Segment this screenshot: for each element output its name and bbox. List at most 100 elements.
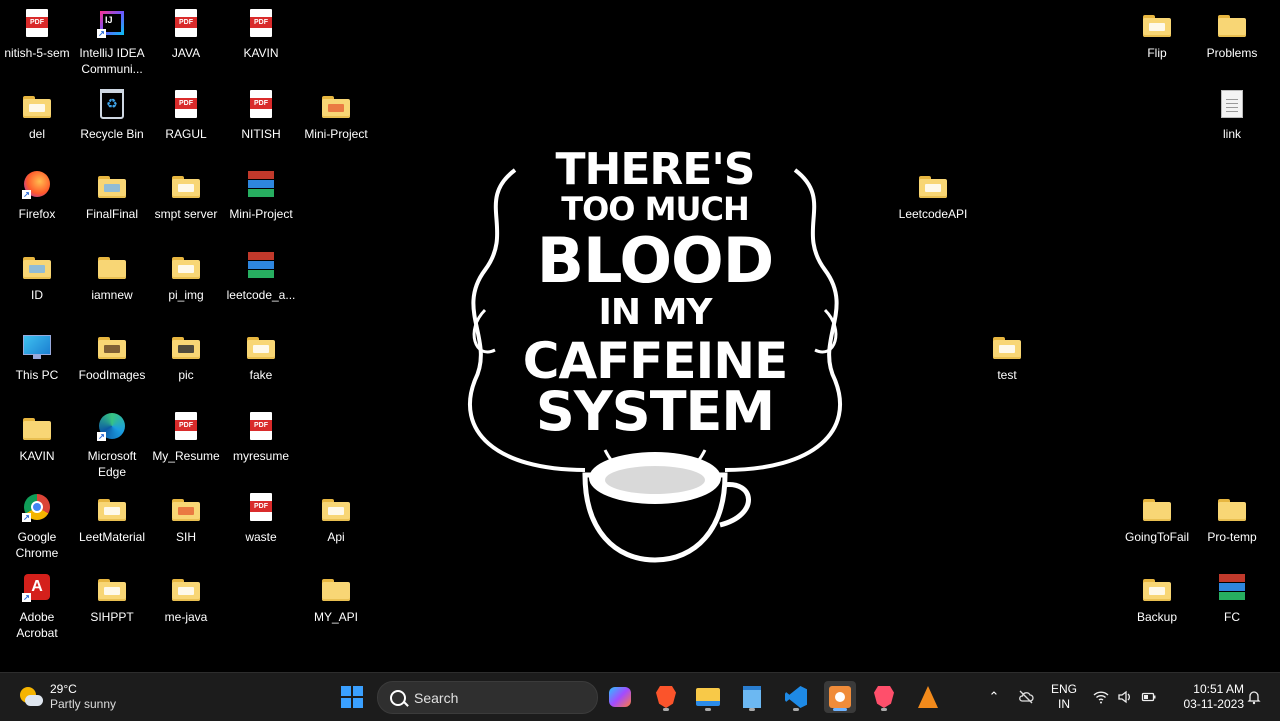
desktop-icon[interactable]: PDF NITISH: [224, 85, 298, 163]
copilot-button[interactable]: [604, 681, 636, 713]
winrar-archive-icon: [1219, 574, 1245, 600]
desktop-icon[interactable]: smpt server: [149, 165, 223, 243]
folder-icon: [1143, 499, 1171, 521]
onedrive-button[interactable]: [1014, 681, 1038, 713]
desktop-icon[interactable]: PDF myresume: [224, 407, 298, 485]
desktop-icon[interactable]: IJ ↗ IntelliJ IDEA Communi...: [75, 4, 149, 82]
vlc-button[interactable]: [912, 681, 944, 713]
folder-icon: [1143, 579, 1171, 601]
running-indicator: [663, 708, 669, 711]
desktop-icon[interactable]: PDF nitish-5-sem: [0, 4, 74, 82]
notification-bell-icon: [1247, 691, 1261, 705]
wallpaper-line-3: BLOOD: [536, 224, 774, 297]
folder-icon: [98, 176, 126, 198]
desktop-icon[interactable]: test: [970, 326, 1044, 404]
search-box[interactable]: Search: [377, 681, 598, 714]
desktop-icon[interactable]: SIH: [149, 488, 223, 566]
desktop-icon[interactable]: PDF RAGUL: [149, 85, 223, 163]
quick-settings-button[interactable]: [1090, 681, 1160, 713]
desktop-icon[interactable]: ID: [0, 246, 74, 324]
desktop-icon[interactable]: iamnew: [75, 246, 149, 324]
input-language-button[interactable]: ENG IN: [1046, 681, 1082, 713]
desktop-icon[interactable]: Backup: [1120, 568, 1194, 646]
desktop-icon[interactable]: pic: [149, 326, 223, 404]
brave-beta-button[interactable]: [868, 681, 900, 713]
desktop-icon[interactable]: Api: [299, 488, 373, 566]
search-placeholder: Search: [414, 689, 459, 706]
desktop-icon[interactable]: GoingToFail: [1120, 488, 1194, 566]
clock[interactable]: 10:51 AM 03-11-2023: [1168, 681, 1245, 713]
shortcut-arrow-icon: ↗: [97, 29, 106, 38]
file-explorer-button[interactable]: [692, 681, 724, 713]
folder-icon: [23, 418, 51, 440]
desktop-icon[interactable]: This PC: [0, 326, 74, 404]
desktop-icon[interactable]: link: [1195, 85, 1269, 163]
vlc-icon: [918, 686, 938, 708]
shortcut-arrow-icon: ↗: [22, 593, 31, 602]
desktop-icon[interactable]: ♻ Recycle Bin: [75, 85, 149, 163]
notepad-icon: [743, 686, 761, 708]
folder-icon: [1218, 15, 1246, 37]
folder-icon: [172, 257, 200, 279]
desktop-icon[interactable]: Flip: [1120, 4, 1194, 82]
folder-icon: [993, 337, 1021, 359]
desktop-icon[interactable]: PDF KAVIN: [224, 4, 298, 82]
desktop-icon[interactable]: Mini-Project: [299, 85, 373, 163]
desktop-icon[interactable]: FoodImages: [75, 326, 149, 404]
folder-icon: [172, 579, 200, 601]
folder-icon: [98, 337, 126, 359]
language-code: ENG: [1050, 682, 1077, 696]
desktop-icon[interactable]: Mini-Project: [224, 165, 298, 243]
desktop-icon[interactable]: A ↗ Adobe Acrobat: [0, 568, 74, 646]
desktop-icon[interactable]: pi_img: [149, 246, 223, 324]
desktop-icon[interactable]: PDF JAVA: [149, 4, 223, 82]
pdf-icon: PDF: [250, 493, 272, 521]
region-code: IN: [1058, 697, 1070, 711]
desktop-icon[interactable]: MY_API: [299, 568, 373, 646]
pdf-icon: PDF: [175, 90, 197, 118]
desktop-icon[interactable]: Pro-temp: [1195, 488, 1269, 566]
weather-widget[interactable]: 29°C Partly sunny: [18, 681, 158, 713]
desktop-icon[interactable]: PDF waste: [224, 488, 298, 566]
desktop-icon[interactable]: ↗ Google Chrome: [0, 488, 74, 566]
desktop-icon[interactable]: PDF My_Resume: [149, 407, 223, 485]
brave-button[interactable]: [650, 681, 682, 713]
folder-icon: [23, 96, 51, 118]
pdf-icon: PDF: [250, 9, 272, 37]
desktop-icon[interactable]: Problems: [1195, 4, 1269, 82]
desktop-icon[interactable]: ↗ Microsoft Edge: [75, 407, 149, 485]
recycle-bin-icon: ♻: [100, 89, 124, 119]
recorder-button[interactable]: [824, 681, 856, 713]
start-button[interactable]: [336, 681, 368, 713]
battery-icon: [1141, 692, 1156, 702]
running-indicator: [881, 708, 887, 711]
desktop-icon[interactable]: LeetcodeAPI: [896, 165, 970, 243]
vscode-button[interactable]: [780, 681, 812, 713]
notifications-button[interactable]: [1244, 681, 1264, 713]
show-hidden-icons-button[interactable]: ⌃: [984, 681, 1004, 713]
running-indicator: [705, 708, 711, 711]
desktop-icon[interactable]: del: [0, 85, 74, 163]
folder-icon: [322, 96, 350, 118]
desktop-icon[interactable]: fake: [224, 326, 298, 404]
notepad-button[interactable]: [736, 681, 768, 713]
wallpaper-line-1: THERE'S: [555, 144, 756, 195]
running-indicator: [749, 708, 755, 711]
search-icon: [390, 689, 406, 706]
desktop-icon[interactable]: FinalFinal: [75, 165, 149, 243]
desktop-icon[interactable]: SIHPPT: [75, 568, 149, 646]
partly-sunny-icon: [18, 685, 43, 709]
desktop-icon[interactable]: ↗ Firefox: [0, 165, 74, 243]
shortcut-arrow-icon: ↗: [22, 513, 31, 522]
file-explorer-icon: [696, 688, 720, 706]
desktop-icon[interactable]: me-java: [149, 568, 223, 646]
folder-icon: [172, 499, 200, 521]
wallpaper: THERE'S TOO MUCH BLOOD IN MY CAFFEINE SY…: [455, 140, 855, 570]
desktop-icon[interactable]: KAVIN: [0, 407, 74, 485]
desktop-icon[interactable]: FC: [1195, 568, 1269, 646]
desktop-icon[interactable]: LeetMaterial: [75, 488, 149, 566]
weather-condition: Partly sunny: [50, 697, 117, 711]
desktop-icon[interactable]: leetcode_a...: [224, 246, 298, 324]
brave-icon: [656, 686, 676, 708]
desktop[interactable]: THERE'S TOO MUCH BLOOD IN MY CAFFEINE SY…: [0, 0, 1280, 672]
